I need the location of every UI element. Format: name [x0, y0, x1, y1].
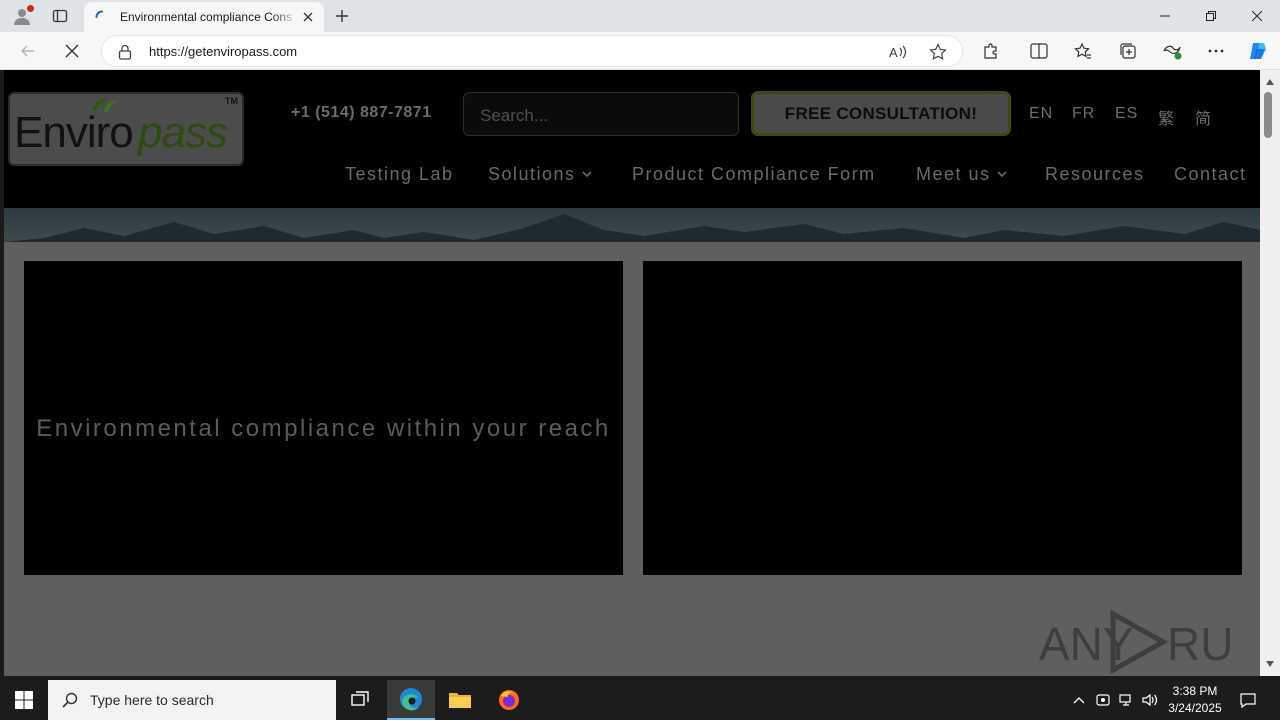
search-icon	[62, 692, 78, 708]
nav-label: Contact	[1174, 164, 1247, 184]
scrollbar-thumb[interactable]	[1264, 92, 1272, 138]
nav-testing-lab[interactable]: Testing Lab	[345, 164, 454, 185]
read-aloud-icon[interactable]: A	[888, 42, 908, 62]
url-text[interactable]: https://getenviropass.com	[149, 44, 297, 59]
site-search-input[interactable]: Search...	[463, 92, 739, 136]
chevron-down-icon	[581, 171, 592, 178]
browser-tab-active[interactable]: Environmental compliance Cons	[84, 2, 324, 32]
favorite-star-icon[interactable]	[928, 42, 948, 62]
extensions-icon[interactable]	[977, 37, 1005, 65]
edge-taskbar-icon[interactable]	[387, 680, 435, 720]
anyrun-logo-icon: ANY RUN	[1039, 610, 1235, 674]
logo-text-pass: pass	[138, 108, 228, 157]
lang-es-link[interactable]: ES	[1115, 105, 1138, 123]
lock-icon[interactable]	[118, 44, 134, 60]
browser-tab-bar: Environmental compliance Cons	[0, 0, 1280, 32]
nav-meet-us[interactable]: Meet us	[916, 164, 1007, 185]
taskbar-clock[interactable]: 3:38 PM 3/24/2025	[1166, 683, 1224, 717]
close-window-button[interactable]	[1234, 0, 1280, 32]
stop-loading-icon[interactable]	[58, 37, 86, 65]
watermark-any: ANY	[1039, 618, 1134, 670]
scroll-up-icon[interactable]	[1264, 76, 1276, 88]
scroll-down-icon[interactable]	[1264, 658, 1276, 670]
lang-en-link[interactable]: EN	[1029, 105, 1053, 123]
nav-contact[interactable]: Contact	[1174, 164, 1247, 185]
search-placeholder: Search...	[480, 106, 549, 125]
lang-fr-link[interactable]: FR	[1072, 105, 1095, 123]
favorites-icon[interactable]	[1069, 37, 1097, 65]
chevron-down-icon	[996, 171, 1007, 178]
lang-zh-simplified-link[interactable]: 简	[1195, 105, 1212, 129]
file-explorer-icon[interactable]	[436, 680, 484, 720]
page-scrollbar[interactable]	[1260, 70, 1280, 676]
mountain-silhouette-icon	[4, 214, 1260, 242]
meet-now-icon[interactable]	[1093, 690, 1113, 710]
windows-taskbar: Type here to search 3:38 PM 3/24/2025	[0, 680, 1280, 720]
taskbar-search-placeholder: Type here to search	[90, 692, 214, 708]
nav-solutions[interactable]: Solutions	[488, 164, 592, 185]
windows-start-icon[interactable]	[0, 680, 48, 720]
hero-heading: Environmental compliance within your rea…	[36, 415, 611, 442]
nav-label: Meet us	[916, 164, 991, 184]
task-view-icon[interactable]	[336, 680, 384, 720]
logo-trademark: TM	[225, 96, 238, 106]
taskbar-search-box[interactable]: Type here to search	[48, 680, 336, 720]
page-viewport: Enviro pass TM +1 (514) 887-7871 Search.…	[4, 70, 1260, 676]
new-tab-button[interactable]	[330, 4, 354, 28]
nav-label: Product Compliance Form	[632, 164, 876, 184]
volume-icon[interactable]	[1140, 690, 1160, 710]
show-hidden-icons-chevron-icon[interactable]	[1069, 690, 1089, 710]
logo-text-enviro: Enviro	[14, 108, 134, 157]
split-screen-icon[interactable]	[1025, 37, 1053, 65]
browser-toolbar: https://getenviropass.com A	[0, 32, 1280, 70]
tab-actions-icon[interactable]	[48, 4, 72, 28]
notification-dot-icon	[27, 5, 34, 12]
more-options-icon[interactable]	[1202, 37, 1230, 65]
nav-resources[interactable]: Resources	[1045, 164, 1145, 185]
svg-text:A: A	[889, 45, 898, 60]
clock-date: 3/24/2025	[1168, 701, 1222, 715]
nav-product-compliance-form[interactable]: Product Compliance Form	[632, 164, 876, 185]
enviropass-logo[interactable]: Enviro pass TM	[8, 92, 244, 166]
phone-link[interactable]: +1 (514) 887-7871	[291, 104, 432, 122]
hero-mountain-image	[4, 208, 1260, 242]
restore-button[interactable]	[1188, 0, 1234, 32]
nav-label: Testing Lab	[345, 164, 454, 184]
browser-essentials-icon[interactable]	[1158, 37, 1186, 65]
loading-spinner-icon	[94, 9, 110, 25]
back-arrow-icon[interactable]	[14, 37, 42, 65]
address-bar[interactable]: https://getenviropass.com A	[101, 35, 963, 67]
site-header: Enviro pass TM +1 (514) 887-7871 Search.…	[4, 70, 1260, 208]
minimize-button[interactable]	[1142, 0, 1188, 32]
watermark-run: RUN	[1167, 618, 1235, 670]
anyrun-watermark: ANY RUN	[1039, 610, 1235, 674]
network-icon[interactable]	[1116, 690, 1136, 710]
tab-title: Environmental compliance Cons	[120, 10, 293, 24]
close-tab-icon[interactable]	[300, 9, 316, 25]
nav-label: Resources	[1045, 164, 1145, 184]
hero-panel-left: Environmental compliance within your rea…	[24, 261, 623, 575]
free-consultation-button[interactable]: FREE CONSULTATION!	[751, 91, 1011, 136]
hero-panel-right	[643, 261, 1242, 575]
lang-zh-traditional-link[interactable]: 繁	[1158, 105, 1175, 129]
firefox-icon[interactable]	[485, 680, 533, 720]
notifications-icon[interactable]	[1238, 690, 1258, 710]
collections-icon[interactable]	[1114, 37, 1142, 65]
nav-label: Solutions	[488, 164, 576, 184]
copilot-icon[interactable]	[1244, 37, 1272, 65]
clock-time: 3:38 PM	[1172, 684, 1218, 698]
